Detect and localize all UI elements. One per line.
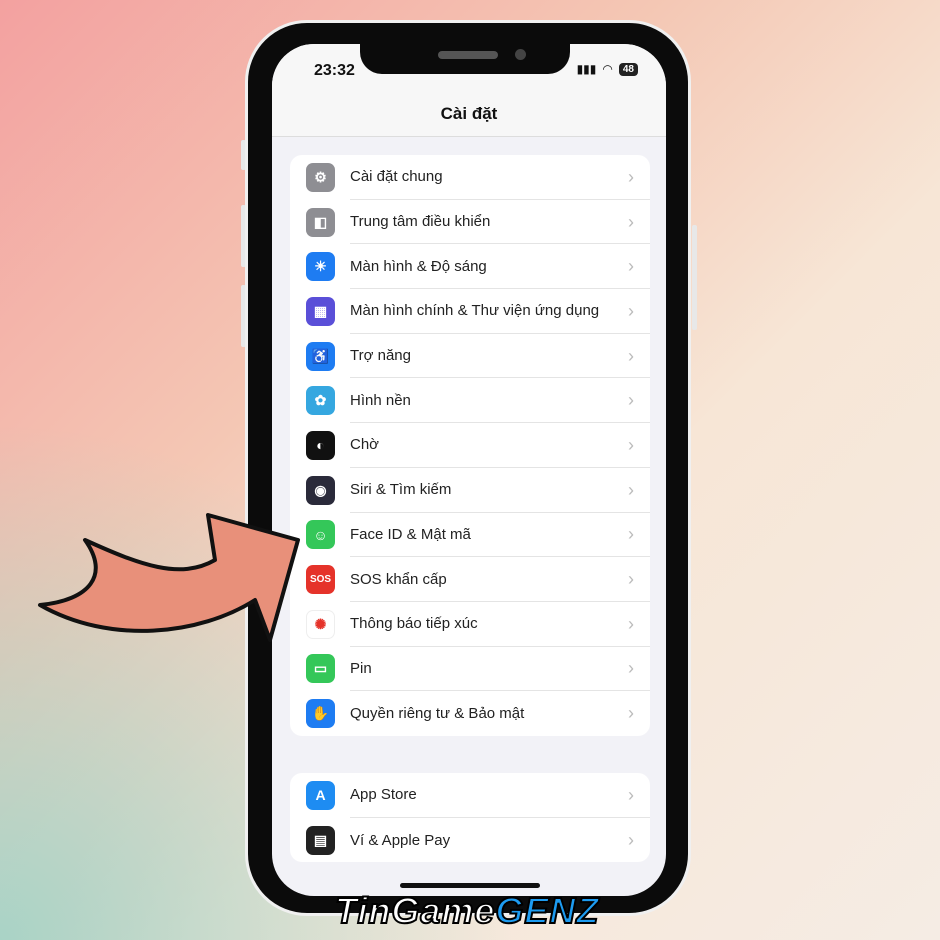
settings-row-trung-tam-dieu-khien[interactable]: ◧ Trung tâm điều khiển › [290, 200, 650, 245]
settings-row-cai-dat-chung[interactable]: ⚙ Cài đặt chung › [290, 155, 650, 200]
page-title: Cài đặt [440, 104, 498, 123]
settings-row-label: Thông báo tiếp xúc [350, 602, 650, 647]
status-time: 23:32 [314, 62, 355, 79]
accessibility-icon: ♿ [306, 341, 335, 371]
settings-row-hinh-nen[interactable]: ✿ Hình nền › [290, 378, 650, 424]
settings-row-thong-bao-tiep-xuc[interactable]: ✺ Thông báo tiếp xúc › [290, 602, 650, 647]
control-center-icon: ◧ [306, 207, 335, 237]
wallpaper-icon: ✿ [306, 386, 335, 416]
settings-row-label: Siri & Tìm kiếm [350, 468, 650, 513]
settings-row-label: App Store [350, 773, 650, 818]
settings-row-pin[interactable]: ▭ Pin › [290, 647, 650, 692]
pointer-arrow-icon [38, 513, 300, 642]
settings-row-label: Trung tâm điều khiển [350, 200, 650, 245]
settings-group-main: ⚙ Cài đặt chung › ◧ Trung tâm điều khiển › ☀ Mà… [290, 155, 650, 736]
signal-icon: ▮▮▮ [576, 62, 597, 76]
battery-level: 48 [618, 62, 638, 76]
settings-row-label: Hình nền [350, 378, 650, 424]
settings-row-app-store[interactable]: A App Store › [290, 773, 650, 818]
chevron-right-icon: › [628, 658, 634, 679]
chevron-right-icon: › [628, 784, 634, 805]
settings-row-vi-apple-pay[interactable]: ▤ Ví & Apple Pay › [290, 818, 650, 863]
settings-row-man-hinh-do-sang[interactable]: ☀ Màn hình & Độ sáng › [290, 244, 650, 290]
settings-row-label: Chờ [350, 423, 650, 468]
phone-screen: 23:32 ▮▮▮ ◠ 48 Cài đặt ⚙ Cài đặt chung › ◧ T… [272, 44, 666, 896]
chevron-right-icon: › [628, 211, 634, 232]
gear-icon: ⚙ [306, 162, 335, 192]
chevron-right-icon: › [628, 829, 634, 850]
chevron-right-icon: › [628, 613, 634, 634]
app-store-icon: A [306, 780, 335, 810]
power-button [692, 225, 697, 330]
privacy-hand-icon: ✋ [306, 699, 335, 729]
watermark-logo: TinGameGENZ [334, 889, 600, 932]
settings-row-label: Face ID & Mật mã [350, 513, 650, 558]
settings-row-label: Quyền riêng tư & Bảo mật [350, 705, 525, 723]
chevron-right-icon: › [628, 434, 634, 455]
settings-row-label: Pin [350, 647, 650, 692]
notch [360, 44, 570, 74]
brightness-icon: ☀ [306, 252, 335, 282]
settings-row-tro-nang[interactable]: ♿ Trợ năng › [290, 334, 650, 379]
settings-row-sos-khan-cap[interactable]: SOS SOS khẩn cấp › [290, 557, 650, 602]
settings-group-store: A App Store › ▤ Ví & Apple Pay › [290, 773, 650, 863]
settings-row-quyen-rieng-tu-bao-mat[interactable]: ✋ Quyền riêng tư & Bảo mật › [290, 691, 650, 736]
chevron-right-icon: › [628, 300, 634, 321]
settings-row-face-id-mat-ma[interactable]: ☺ Face ID & Mật mã › [290, 513, 650, 558]
settings-row-label: Màn hình & Độ sáng [350, 244, 650, 290]
battery-icon: ▭ [306, 654, 335, 684]
chevron-right-icon: › [628, 703, 634, 724]
settings-row-man-hinh-chinh-thu-vien-ung-dung[interactable]: ▦ Màn hình chính & Thư viện ứng dụng › [290, 289, 650, 334]
chevron-right-icon: › [628, 256, 634, 277]
settings-row-label: Ví & Apple Pay [350, 831, 451, 849]
settings-row-siri-tim-kiem[interactable]: ◉ Siri & Tìm kiếm › [290, 468, 650, 513]
wallet-icon: ▤ [306, 825, 335, 855]
wifi-icon: ◠ [602, 62, 613, 76]
chevron-right-icon: › [628, 390, 634, 411]
chevron-right-icon: › [628, 345, 634, 366]
settings-row-cho[interactable]: ◐ Chờ › [290, 423, 650, 468]
home-indicator[interactable] [400, 883, 540, 888]
chevron-right-icon: › [628, 479, 634, 500]
settings-row-label: Trợ năng [350, 334, 650, 379]
settings-row-label: SOS khẩn cấp [350, 557, 650, 602]
siri-icon: ◉ [306, 475, 335, 505]
standby-icon: ◐ [306, 430, 335, 460]
chevron-right-icon: › [628, 524, 634, 545]
chevron-right-icon: › [628, 166, 634, 187]
home-screen-icon: ▦ [306, 296, 335, 326]
settings-row-label: Cài đặt chung [350, 155, 650, 200]
status-icons: ▮▮▮ ◠ 48 [577, 62, 638, 76]
chevron-right-icon: › [628, 569, 634, 590]
settings-row-label: Màn hình chính & Thư viện ứng dụng [350, 289, 650, 334]
